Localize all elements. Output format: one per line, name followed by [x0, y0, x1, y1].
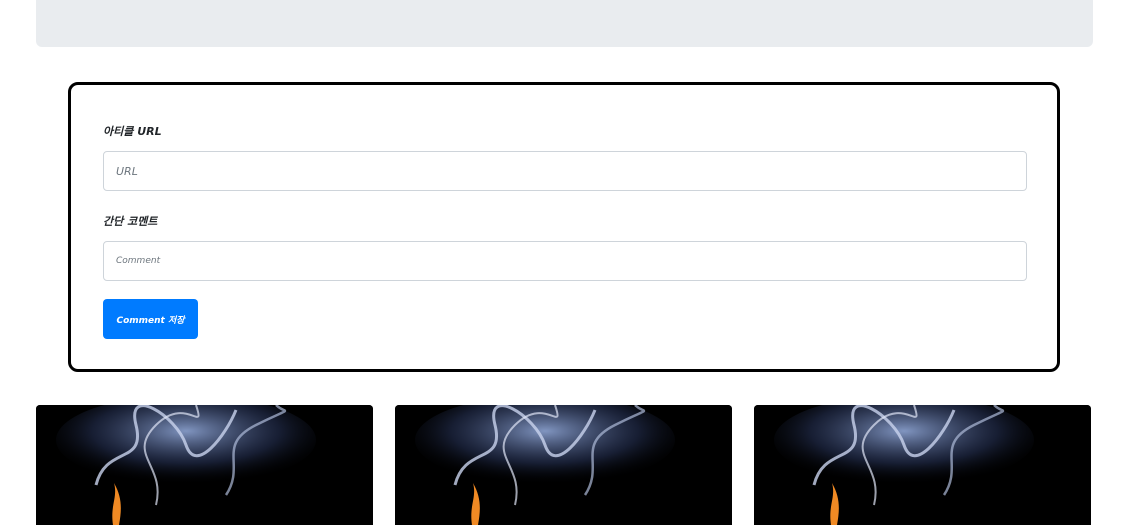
article-card[interactable]: [754, 405, 1091, 525]
smoke-flame-image: [754, 405, 1091, 525]
comment-label: 간단 코멘트: [103, 215, 158, 228]
article-card[interactable]: [36, 405, 373, 525]
url-label: 아티클 URL: [103, 125, 162, 138]
posting-form: 아티클 URL 간단 코멘트 Comment 저장: [68, 82, 1060, 372]
url-input[interactable]: [103, 151, 1027, 191]
save-comment-button[interactable]: Comment 저장: [103, 299, 198, 339]
article-card[interactable]: [395, 405, 732, 525]
smoke-flame-image: [36, 405, 373, 525]
jumbotron-header: [36, 0, 1093, 47]
comment-input[interactable]: [103, 241, 1027, 281]
smoke-flame-image: [395, 405, 732, 525]
